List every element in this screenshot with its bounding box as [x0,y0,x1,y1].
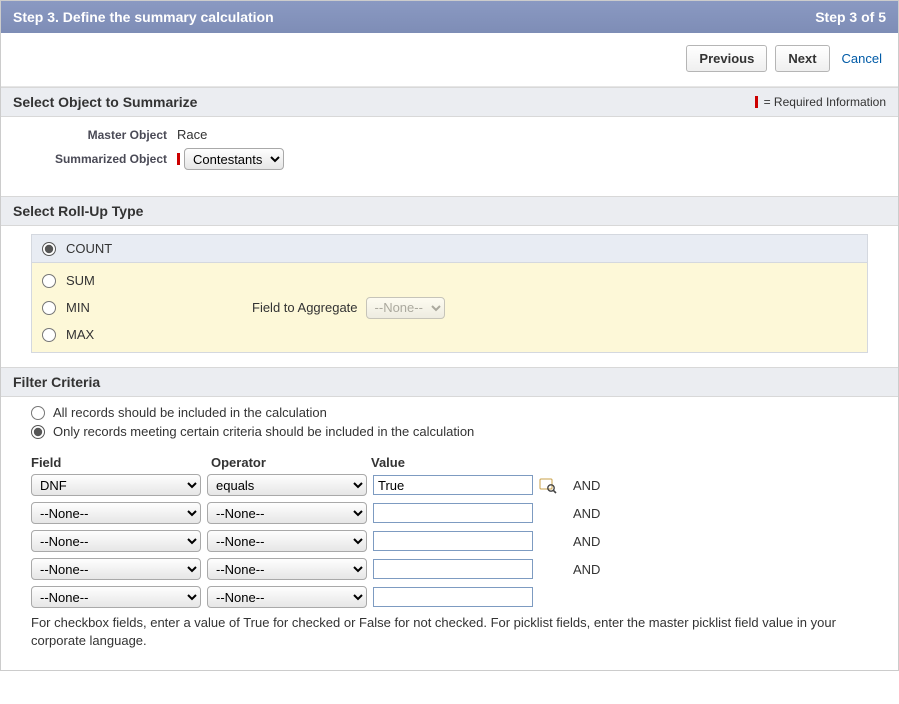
criteria-row: --None-- --None-- AND [31,530,882,552]
criteria-table: Field Operator Value DNFequalsAND--None-… [31,455,882,650]
rollup-option-max[interactable]: MAX [42,321,242,348]
criteria-field-select[interactable]: --None-- [31,586,201,608]
section-filter-title: Filter Criteria [13,374,100,390]
criteria-conjunction: AND [573,478,600,493]
criteria-field-select[interactable]: DNF [31,474,201,496]
rollup-label-min: MIN [66,300,90,315]
criteria-operator-select[interactable]: --None-- [207,502,367,524]
rollup-area: COUNT SUM MIN MAX Field to Aggregate [1,226,898,361]
filter-option-all[interactable]: All records should be included in the ca… [31,403,882,422]
required-bar-icon [177,153,180,165]
criteria-field-select[interactable]: --None-- [31,502,201,524]
criteria-field-select[interactable]: --None-- [31,558,201,580]
criteria-header-operator: Operator [211,455,371,470]
rollup-option-min[interactable]: MIN [42,294,242,321]
wizard-step-indicator: Step 3 of 5 [815,9,886,25]
required-info: = Required Information [755,95,886,109]
criteria-value-input[interactable] [373,587,533,607]
criteria-value-input[interactable] [373,559,533,579]
section-summarize-header: Select Object to Summarize = Required In… [1,87,898,117]
lookup-icon[interactable] [539,476,557,494]
criteria-value-input[interactable] [373,531,533,551]
rollup-radio-min[interactable] [42,301,56,315]
criteria-value-input[interactable] [373,475,533,495]
rollup-option-sum[interactable]: SUM [42,267,242,294]
cancel-link[interactable]: Cancel [838,51,882,66]
section-rollup: Select Roll-Up Type COUNT SUM MIN MAX [1,196,898,361]
section-rollup-title: Select Roll-Up Type [13,203,143,219]
master-object-value: Race [177,127,207,142]
criteria-row: --None-- --None-- AND [31,502,882,524]
filter-label-criteria: Only records meeting certain criteria sh… [53,424,474,439]
toolbar: Previous Next Cancel [1,33,898,87]
section-summarize: Select Object to Summarize = Required In… [1,87,898,190]
section-summarize-title: Select Object to Summarize [13,94,197,110]
filter-label-all: All records should be included in the ca… [53,405,327,420]
criteria-operator-select[interactable]: --None-- [207,530,367,552]
criteria-row: DNF equals AND [31,474,882,496]
criteria-conjunction: AND [573,506,600,521]
filter-radio-criteria[interactable] [31,425,45,439]
criteria-operator-select[interactable]: equals [207,474,367,496]
rollup-label-max: MAX [66,327,94,342]
next-button[interactable]: Next [775,45,829,72]
rollup-radio-max[interactable] [42,328,56,342]
section-rollup-header: Select Roll-Up Type [1,196,898,226]
wizard-title: Step 3. Define the summary calculation [13,9,274,25]
criteria-field-select[interactable]: --None-- [31,530,201,552]
required-info-text: = Required Information [764,95,886,109]
criteria-operator-select[interactable]: --None-- [207,558,367,580]
criteria-row: --None-- --None-- AND [31,558,882,580]
criteria-row: --None-- --None-- [31,586,882,608]
criteria-header-value: Value [371,455,551,470]
filter-option-criteria[interactable]: Only records meeting certain criteria sh… [31,422,882,441]
filter-radio-all[interactable] [31,406,45,420]
rollup-aggregate-group: SUM MIN MAX Field to Aggregate --None-- [31,263,868,353]
field-to-aggregate-label: Field to Aggregate [252,300,358,315]
required-bar-icon [755,96,758,108]
criteria-conjunction: AND [573,534,600,549]
criteria-operator-select[interactable]: --None-- [207,586,367,608]
section-filter: Filter Criteria All records should be in… [1,367,898,664]
rollup-radio-count[interactable] [42,242,56,256]
rollup-radio-sum[interactable] [42,274,56,288]
summarized-object-select[interactable]: Contestants [184,148,284,170]
rollup-label-sum: SUM [66,273,95,288]
rollup-label-count: COUNT [66,241,112,256]
section-filter-header: Filter Criteria [1,367,898,397]
rollup-option-count[interactable]: COUNT [31,234,868,263]
criteria-value-input[interactable] [373,503,533,523]
previous-button[interactable]: Previous [686,45,767,72]
wizard-header: Step 3. Define the summary calculation S… [1,1,898,33]
master-object-label: Master Object [17,128,177,142]
section-summarize-body: Master Object Race Summarized Object Con… [1,117,898,190]
summarized-object-label: Summarized Object [17,152,177,166]
criteria-hint: For checkbox fields, enter a value of Tr… [31,614,861,650]
criteria-header-field: Field [31,455,211,470]
section-filter-body: All records should be included in the ca… [1,397,898,664]
criteria-header: Field Operator Value [31,455,882,470]
criteria-conjunction: AND [573,562,600,577]
field-to-aggregate-select: --None-- [366,297,445,319]
